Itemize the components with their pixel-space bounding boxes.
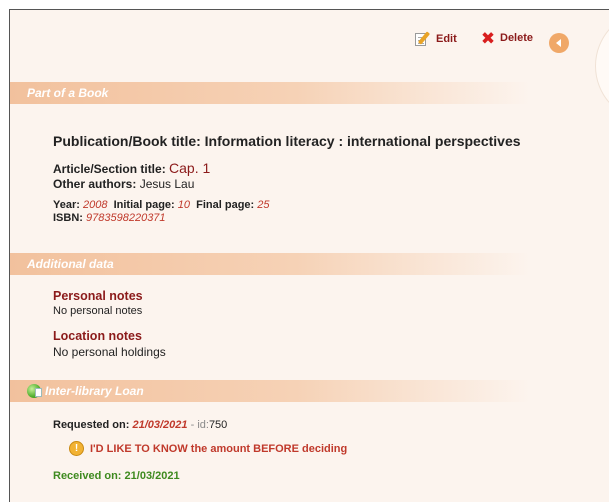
pages-row: Year: 2008 Initial page: 10 Final page: … [53,199,270,211]
section-title: Additional data [27,257,114,271]
isbn-row: ISBN: 9783598220371 [53,212,166,224]
warning-message: I'D LIKE TO KNOW the amount BEFORE decid… [90,442,348,455]
back-button[interactable] [549,33,569,53]
requested-row: Requested on: 21/03/2021 - id:750 [53,419,227,431]
delete-button[interactable]: ✖ Delete [480,28,534,48]
record-panel: Edit ✖ Delete Part of a Book Publication… [9,9,609,502]
section-header-part-of-book: Part of a Book [10,82,530,104]
requested-date: 21/03/2021 [132,419,188,431]
edit-button[interactable]: Edit [414,30,457,48]
warning-icon: ! [69,441,84,457]
edit-label: Edit [436,33,457,45]
publication-title-value: Information literacy : international per… [204,133,521,149]
article-title-label: Article/Section title: [53,162,166,176]
personal-notes-label: Personal notes [53,289,143,303]
other-authors-value: Jesus Lau [139,177,195,191]
delete-icon: ✖ [480,28,496,48]
edit-icon [414,30,432,48]
id-label: id: [197,419,209,431]
back-icon [556,39,561,47]
other-authors-row: Other authors: Jesus Lau [53,177,194,191]
isbn-value: 9783598220371 [86,212,166,224]
section-header-inter-library-loan: Inter-library Loan [10,380,530,402]
section-title: Inter-library Loan [45,384,144,398]
location-notes-value: No personal holdings [53,345,166,359]
id-value: 750 [208,419,228,431]
received-date: 21/03/2021 [124,470,180,482]
isbn-label: ISBN: [53,212,83,224]
personal-notes-value: No personal notes [53,305,143,317]
id-separator: - [187,419,198,431]
inter-library-loan-icon [27,384,42,398]
final-page-label: Final page: [196,199,255,211]
year-value: 2008 [82,199,108,211]
section-header-additional-data: Additional data [10,253,530,275]
final-page-value: 25 [257,199,270,211]
warning-row: ! I'D LIKE TO KNOW the amount BEFORE deci… [69,441,348,457]
section-title: Part of a Book [27,86,109,100]
location-notes-label: Location notes [53,329,142,343]
other-authors-label: Other authors: [53,177,137,191]
delete-label: Delete [500,32,534,44]
publication-title-label: Publication/Book title: [53,133,201,149]
publication-title-row: Publication/Book title: Information lite… [53,133,521,149]
article-title-row: Article/Section title: Cap. 1 [53,160,210,176]
year-label: Year: [53,199,80,211]
initial-page-label: Initial page: [113,199,175,211]
decorative-corner [595,10,609,122]
article-title-value: Cap. 1 [169,160,211,176]
received-row: Received on: 21/03/2021 [53,470,180,482]
initial-page-value: 10 [177,199,191,211]
received-label: Received on: [53,470,122,482]
requested-label: Requested on: [53,419,130,431]
